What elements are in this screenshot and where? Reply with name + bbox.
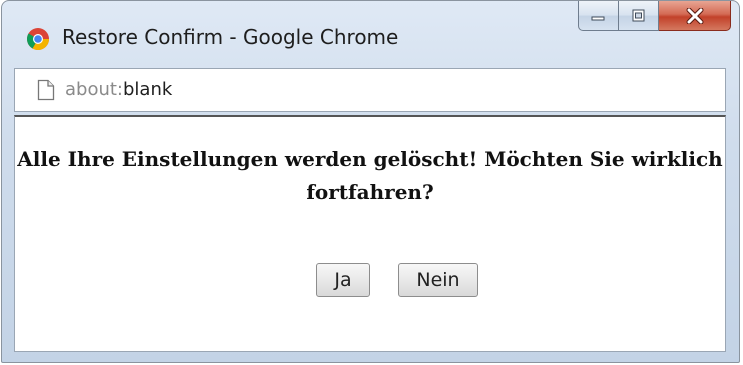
url-scheme: about: bbox=[65, 79, 123, 100]
title-bar[interactable]: Restore Confirm - Google Chrome bbox=[2, 1, 739, 65]
minimize-icon bbox=[591, 16, 604, 20]
page-content: Alle Ihre Einstellungen werden gelöscht!… bbox=[14, 115, 726, 352]
maximize-button[interactable] bbox=[619, 1, 659, 31]
address-bar[interactable]: about:blank bbox=[14, 68, 726, 112]
browser-window: Restore Confirm - Google Chrome about:bl… bbox=[1, 0, 740, 363]
close-button[interactable] bbox=[659, 1, 731, 31]
window-title: Restore Confirm - Google Chrome bbox=[62, 25, 399, 49]
url-path: blank bbox=[123, 79, 173, 100]
url-text[interactable]: about:blank bbox=[65, 79, 172, 100]
blank-page-icon bbox=[37, 79, 55, 101]
minimize-button[interactable] bbox=[578, 1, 619, 31]
close-icon bbox=[686, 7, 703, 24]
chrome-logo-icon bbox=[27, 28, 49, 50]
no-button[interactable]: Nein bbox=[398, 263, 478, 297]
confirm-message: Alle Ihre Einstellungen werden gelöscht!… bbox=[17, 147, 723, 204]
maximize-icon bbox=[632, 9, 644, 21]
yes-button[interactable]: Ja bbox=[316, 263, 370, 297]
window-controls bbox=[578, 1, 731, 31]
dialog-buttons: Ja Nein bbox=[15, 263, 725, 297]
